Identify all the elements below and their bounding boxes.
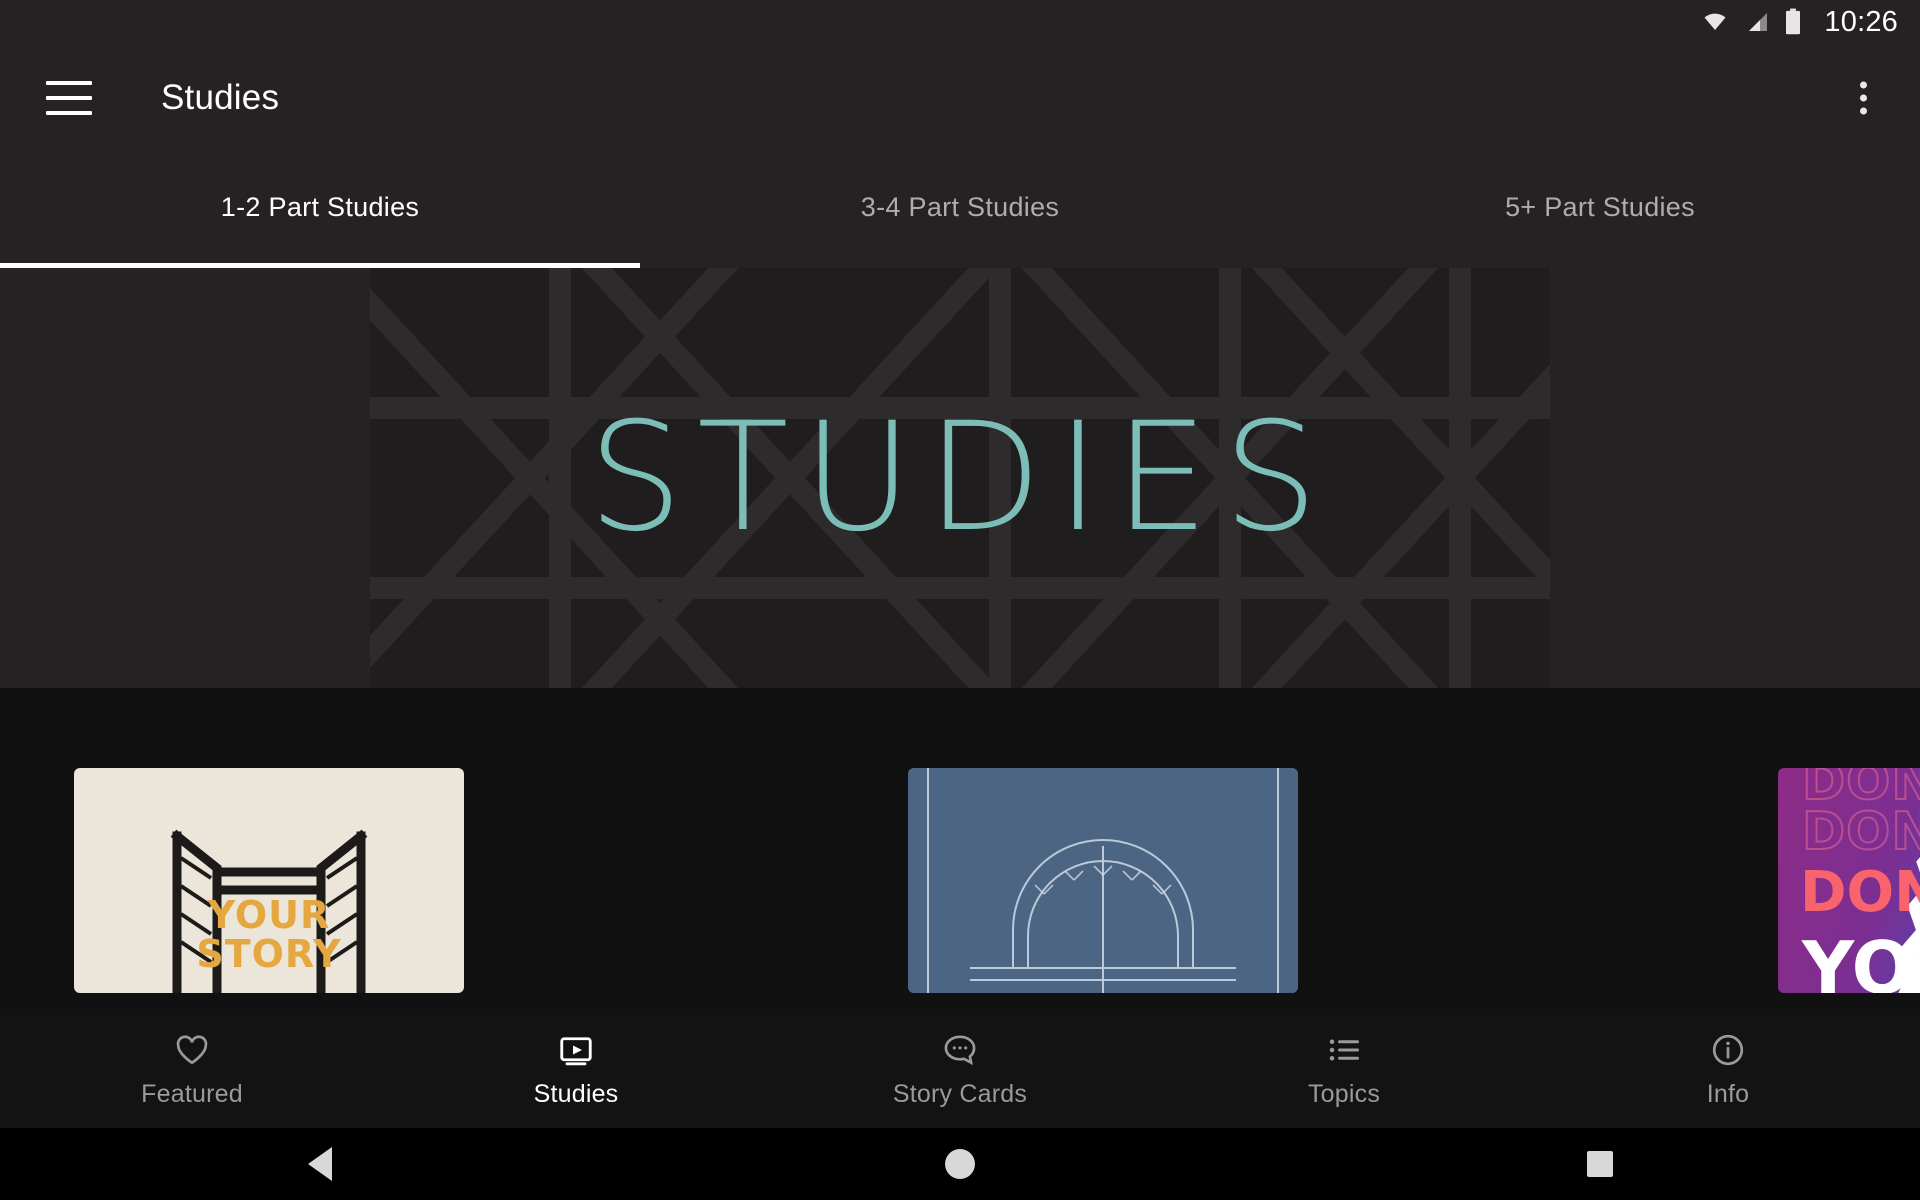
cellular-signal-icon [1749, 13, 1768, 31]
square-recents-icon [1587, 1151, 1613, 1177]
android-app-screen: 10:26 Studies 1-2 Part Studies 3-4 Part … [0, 0, 1920, 1200]
page-title: Studies [161, 78, 280, 117]
blueprint-arch-diagram [908, 768, 1298, 993]
study-card-dont-be-you[interactable]: DON'T DON'T DON'T BE YOU [1778, 768, 1920, 993]
triangle-back-icon [308, 1147, 332, 1181]
bottom-nav-label: Featured [141, 1079, 243, 1108]
tab-5-plus-part-studies[interactable]: 5+ Part Studies [1280, 152, 1920, 268]
bottom-nav-item-story-cards[interactable]: Story Cards [768, 1030, 1152, 1109]
speech-bubble-icon [941, 1030, 979, 1070]
study-card-strip: YOUR STORY DON DON DON YO [0, 688, 1920, 1028]
study-card-blueprint[interactable] [908, 768, 1298, 993]
recents-button[interactable] [1510, 1128, 1690, 1200]
circle-home-icon [945, 1149, 975, 1179]
list-icon [1325, 1030, 1363, 1070]
card-title-word: YOU [1802, 926, 1920, 993]
bottom-nav-label: Info [1706, 1079, 1750, 1108]
card-title: YOUR STORY [196, 893, 342, 976]
tab-3-4-part-studies[interactable]: 3-4 Part Studies [640, 152, 1280, 268]
tab-label: 5+ Part Studies [1505, 191, 1695, 222]
card-ghost-text: DON'T [1801, 801, 1920, 863]
status-bar: 10:26 [0, 0, 1920, 44]
bottom-nav-item-info[interactable]: Info [1536, 1030, 1920, 1109]
back-button[interactable] [230, 1128, 410, 1200]
wifi-icon [1704, 13, 1726, 30]
hamburger-menu-icon[interactable] [46, 81, 92, 115]
card-title-word: DON'T [1800, 860, 1920, 925]
bottom-nav-item-featured[interactable]: Featured [0, 1030, 384, 1109]
study-card-your-story[interactable]: YOUR STORY [74, 768, 464, 993]
home-button[interactable] [870, 1128, 1050, 1200]
bottom-nav-label: Topics [1307, 1079, 1381, 1108]
hero-banner: STUDIES [0, 268, 1920, 688]
bottom-nav-item-topics[interactable]: Topics [1152, 1030, 1536, 1109]
tab-label: 3-4 Part Studies [860, 191, 1060, 222]
bottom-nav-label: Studies [533, 1079, 619, 1108]
hero-title: STUDIES [587, 391, 1333, 565]
video-library-icon [557, 1030, 595, 1070]
status-icons [1700, 8, 1802, 36]
overflow-menu-icon[interactable] [1860, 81, 1867, 115]
heart-icon [173, 1030, 211, 1070]
bottom-navigation-bar: Featured Studies Story Cards Topics Info [0, 1010, 1920, 1128]
system-navigation-bar [0, 1128, 1920, 1200]
bottom-nav-label: Story Cards [892, 1079, 1028, 1108]
battery-icon [1786, 8, 1801, 35]
tab-bar: 1-2 Part Studies 3-4 Part Studies 5+ Par… [0, 152, 1920, 268]
tab-1-2-part-studies[interactable]: 1-2 Part Studies [0, 152, 640, 268]
bottom-nav-item-studies[interactable]: Studies [384, 1030, 768, 1109]
tab-label: 1-2 Part Studies [220, 191, 420, 222]
app-bar: Studies [0, 44, 1920, 152]
info-circle-icon [1709, 1030, 1747, 1070]
status-bar-clock: 10:26 [1824, 5, 1898, 38]
